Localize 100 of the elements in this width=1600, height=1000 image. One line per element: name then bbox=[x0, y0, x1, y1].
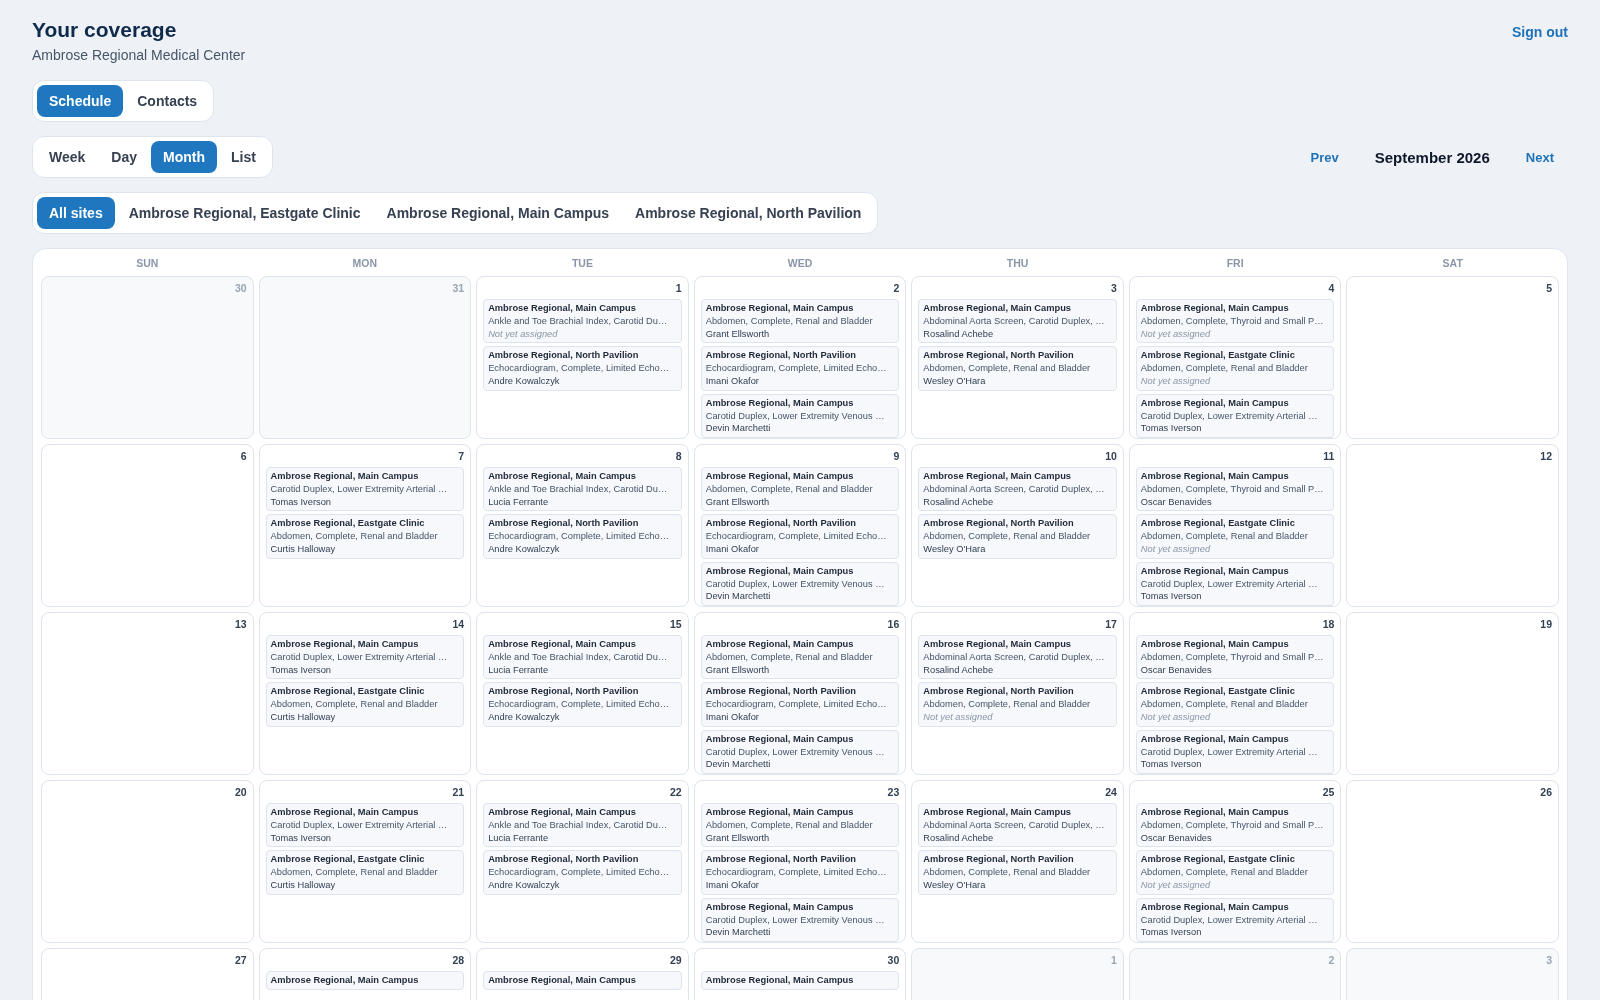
site-filter[interactable]: Ambrose Regional, Main Campus bbox=[374, 197, 622, 229]
shift-card[interactable]: Ambrose Regional, Main Campus Carotid Duplex, Lower Extremity Arterial … Tomas Iverson bbox=[1135, 393, 1335, 439]
view-tab[interactable]: Month bbox=[151, 141, 217, 173]
shift-card[interactable]: Ambrose Regional, Main Campus Carotid Duplex, Lower Extremity Arterial … Tomas Iverson bbox=[1135, 729, 1335, 775]
shift-card[interactable]: Ambrose Regional, Main Campus Abdomen, Complete, Thyroid and Small P… Not yet assigned bbox=[1135, 299, 1335, 344]
view-tab[interactable]: List bbox=[219, 141, 268, 173]
shift-card[interactable]: Ambrose Regional, Eastgate Clinic Abdomen, Complete, Renal and Bladder Curtis Halloway bbox=[265, 682, 465, 727]
shift-card[interactable]: Ambrose Regional, Main Campus Abdomen, Complete, Thyroid and Small P… Oscar Benavides bbox=[1135, 635, 1335, 680]
shift-card[interactable]: Ambrose Regional, Main Campus Abdomen, Complete, Renal and Bladder Grant Ellsworth bbox=[700, 299, 900, 344]
shift-card[interactable]: Ambrose Regional, North Pavilion Echocardiogram, Complete, Limited Echo… Imani Okafor bbox=[700, 514, 900, 559]
shift-card[interactable]: Ambrose Regional, Main Campus Abdomen, Complete, Renal and Bladder Grant Ellsworth bbox=[700, 467, 900, 512]
shift-card[interactable]: Ambrose Regional, Eastgate Clinic Abdomen, Complete, Renal and Bladder Not yet assigned bbox=[1135, 514, 1335, 559]
shift-card[interactable]: Ambrose Regional, Main Campus Carotid Duplex, Lower Extremity Arterial … Tomas Iverson bbox=[265, 635, 465, 680]
assignee-name: Tomas Iverson bbox=[1140, 422, 1203, 436]
shift-card[interactable]: Ambrose Regional, Main Campus Carotid Duplex, Lower Extremity Arterial … Tomas Iverson bbox=[265, 803, 465, 848]
shift-card[interactable]: Ambrose Regional, Main Campus Abdominal Aorta Screen, Carotid Duplex, … Rosalind Achebe bbox=[918, 467, 1117, 512]
day-number: 3 bbox=[1111, 282, 1117, 294]
day-number: 30 bbox=[887, 954, 900, 966]
shift-card[interactable]: Ambrose Regional, Main Campus Abdominal Aorta Screen, Carotid Duplex, … Rosalind Achebe bbox=[918, 299, 1117, 344]
shift-card[interactable]: Ambrose Regional, Eastgate Clinic Abdomen, Complete, Renal and Bladder Curtis Halloway bbox=[265, 514, 465, 559]
procedure-list: Carotid Duplex, Lower Extremity Arterial … bbox=[270, 650, 460, 664]
day-number: 8 bbox=[675, 450, 682, 462]
procedure-list: Abdomen, Complete, Thyroid and Small P… bbox=[1140, 482, 1330, 496]
shift-card[interactable]: Ambrose Regional, North Pavilion Abdomen, Complete, Renal and Bladder Wesley O'Hara bbox=[918, 850, 1117, 895]
shift-card[interactable]: Ambrose Regional, North Pavilion Echocardiogram, Complete, Limited Echo… Andre Kowalczyk bbox=[483, 346, 682, 391]
shift-card[interactable]: Ambrose Regional, North Pavilion Echocardiogram, Complete, Limited Echo… Andre Kowalczyk bbox=[483, 514, 682, 559]
view-tab[interactable]: Day bbox=[99, 141, 149, 173]
day-number: 29 bbox=[670, 954, 682, 966]
day-number: 22 bbox=[670, 786, 682, 798]
site-filter[interactable]: Ambrose Regional, North Pavilion bbox=[623, 197, 874, 229]
shift-card[interactable]: Ambrose Regional, North Pavilion Echocardiogram, Complete, Limited Echo… Andre Kowalczyk bbox=[483, 850, 682, 895]
shift-card[interactable]: Ambrose Regional, Main Campus Ankle and Toe Brachial Index, Carotid Du… Not yet assigned bbox=[483, 299, 682, 344]
shift-card[interactable]: Ambrose Regional, Main Campus Carotid Duplex, Lower Extremity Venous … Devin Marchetti bbox=[700, 897, 900, 943]
procedure-list: Echocardiogram, Complete, Limited Echo… bbox=[488, 866, 677, 879]
site-name: Ambrose Regional, Main Campus bbox=[705, 396, 855, 410]
site-name: Ambrose Regional, North Pavilion bbox=[923, 349, 1075, 363]
assignee-name: Devin Marchetti bbox=[705, 422, 772, 436]
shift-card[interactable]: Ambrose Regional, Eastgate Clinic Abdomen, Complete, Renal and Bladder Not yet assigned bbox=[1135, 682, 1335, 727]
day-number: 17 bbox=[1105, 618, 1117, 630]
assignee-name: Oscar Benavides bbox=[1140, 831, 1213, 845]
assignee-name: Devin Marchetti bbox=[705, 590, 772, 604]
site-name: Ambrose Regional, Eastgate Clinic bbox=[270, 685, 426, 699]
prev-button[interactable]: Prev bbox=[1296, 143, 1353, 171]
shift-card[interactable]: Ambrose Regional, North Pavilion Echocardiogram, Complete, Limited Echo… Imani Okafor bbox=[700, 346, 900, 391]
day-number: 1 bbox=[1111, 954, 1117, 966]
procedure-list: Abdomen, Complete, Renal and Bladder bbox=[1140, 698, 1330, 711]
day-number: 20 bbox=[234, 786, 247, 798]
view-tab[interactable]: Week bbox=[37, 141, 98, 173]
shift-card[interactable]: Ambrose Regional, Main Campus bbox=[700, 971, 900, 990]
shift-card[interactable]: Ambrose Regional, Main Campus Abdomen, Complete, Thyroid and Small P… Oscar Benavides bbox=[1135, 467, 1335, 512]
shift-card[interactable]: Ambrose Regional, North Pavilion Abdomen, Complete, Renal and Bladder Not yet assigned bbox=[918, 682, 1117, 727]
weekday-label: MON bbox=[351, 256, 379, 271]
shift-card[interactable]: Ambrose Regional, Main Campus Ankle and Toe Brachial Index, Carotid Du… Lucia Ferrante bbox=[483, 803, 682, 848]
shift-card[interactable]: Ambrose Regional, North Pavilion Echocardiogram, Complete, Limited Echo… Andre Kowalczyk bbox=[483, 682, 682, 727]
next-button[interactable]: Next bbox=[1511, 143, 1568, 171]
shift-card[interactable]: Ambrose Regional, Main Campus Carotid Duplex, Lower Extremity Arterial … Tomas Iverson bbox=[1135, 561, 1335, 607]
shift-card[interactable]: Ambrose Regional, Main Campus Carotid Duplex, Lower Extremity Venous … Devin Marchetti bbox=[700, 561, 900, 607]
assignee-name: Imani Okafor bbox=[705, 543, 760, 556]
shift-card[interactable]: Ambrose Regional, North Pavilion Echocardiogram, Complete, Limited Echo… Imani Okafor bbox=[700, 850, 900, 895]
tab[interactable]: Schedule bbox=[37, 85, 124, 117]
day-number: 28 bbox=[452, 954, 465, 966]
day-number: 2 bbox=[1328, 954, 1335, 966]
assignee-name: Rosalind Achebe bbox=[923, 663, 995, 677]
tab[interactable]: Contacts bbox=[125, 85, 210, 117]
day-number: 21 bbox=[452, 786, 465, 798]
shift-card[interactable]: Ambrose Regional, Main Campus Carotid Duplex, Lower Extremity Arterial … Tomas Iverson bbox=[1135, 897, 1335, 943]
shift-card[interactable]: Ambrose Regional, Main Campus Ankle and Toe Brachial Index, Carotid Du… Lucia Ferrante bbox=[483, 467, 682, 512]
shift-card[interactable]: Ambrose Regional, Main Campus Carotid Duplex, Lower Extremity Venous … Devin Marchetti bbox=[700, 393, 900, 439]
shift-card[interactable]: Ambrose Regional, North Pavilion Echocardiogram, Complete, Limited Echo… Imani Okafor bbox=[700, 682, 900, 727]
shift-card[interactable]: Ambrose Regional, Main Campus Abdominal Aorta Screen, Carotid Duplex, … Rosalind Achebe bbox=[918, 635, 1117, 680]
procedure-list: Carotid Duplex, Lower Extremity Arterial … bbox=[1140, 913, 1330, 927]
site-name: Ambrose Regional, Eastgate Clinic bbox=[1140, 517, 1296, 531]
shift-card[interactable]: Ambrose Regional, Main Campus Abdomen, Complete, Renal and Bladder Grant Ellsworth bbox=[700, 635, 900, 680]
assignee-name: Grant Ellsworth bbox=[705, 495, 771, 509]
shift-card[interactable]: Ambrose Regional, North Pavilion Abdomen, Complete, Renal and Bladder Wesley O'Hara bbox=[918, 346, 1117, 391]
site-name: Ambrose Regional, Main Campus bbox=[705, 302, 855, 315]
shift-card[interactable]: Ambrose Regional, Main Campus Carotid Duplex, Lower Extremity Arterial … Tomas Iverson bbox=[265, 467, 465, 512]
day-number: 11 bbox=[1323, 450, 1335, 462]
shift-card[interactable]: Ambrose Regional, Main Campus Carotid Duplex, Lower Extremity Venous … Devin Marchetti bbox=[700, 729, 900, 775]
sign-out-link[interactable]: Sign out bbox=[1512, 24, 1568, 40]
site-filter[interactable]: All sites bbox=[37, 197, 115, 229]
shift-card[interactable]: Ambrose Regional, Eastgate Clinic Abdomen, Complete, Renal and Bladder Not yet assigned bbox=[1135, 346, 1335, 391]
shift-card[interactable]: Ambrose Regional, Main Campus Abdomen, Complete, Thyroid and Small P… Oscar Benavides bbox=[1135, 803, 1335, 848]
shift-card[interactable]: Ambrose Regional, Main Campus bbox=[265, 971, 465, 990]
assignee-name: Rosalind Achebe bbox=[923, 831, 995, 845]
shift-card[interactable]: Ambrose Regional, Main Campus Ankle and Toe Brachial Index, Carotid Du… Lucia Ferrante bbox=[483, 635, 682, 680]
assignee-name: Curtis Halloway bbox=[270, 543, 337, 556]
assignee-name: Not yet assigned bbox=[1140, 375, 1212, 388]
shift-card[interactable]: Ambrose Regional, Main Campus bbox=[483, 971, 682, 990]
assignee-name: Lucia Ferrante bbox=[488, 663, 550, 677]
shift-card[interactable]: Ambrose Regional, North Pavilion Abdomen, Complete, Renal and Bladder Wesley O'Hara bbox=[918, 514, 1117, 559]
shift-card[interactable]: Ambrose Regional, Eastgate Clinic Abdomen, Complete, Renal and Bladder Not yet assigned bbox=[1135, 850, 1335, 895]
shift-card[interactable]: Ambrose Regional, Main Campus Abdominal Aorta Screen, Carotid Duplex, … Rosalind Achebe bbox=[918, 803, 1117, 848]
site-filter[interactable]: Ambrose Regional, Eastgate Clinic bbox=[116, 197, 373, 229]
site-name: Ambrose Regional, Main Campus bbox=[1140, 396, 1290, 410]
assignee-name: Not yet assigned bbox=[1140, 879, 1212, 892]
assignee-name: Lucia Ferrante bbox=[488, 831, 550, 845]
site-name: Ambrose Regional, North Pavilion bbox=[705, 517, 858, 531]
shift-card[interactable]: Ambrose Regional, Eastgate Clinic Abdomen, Complete, Renal and Bladder Curtis Halloway bbox=[265, 850, 465, 895]
shift-card[interactable]: Ambrose Regional, Main Campus Abdomen, Complete, Renal and Bladder Grant Ellsworth bbox=[700, 803, 900, 848]
